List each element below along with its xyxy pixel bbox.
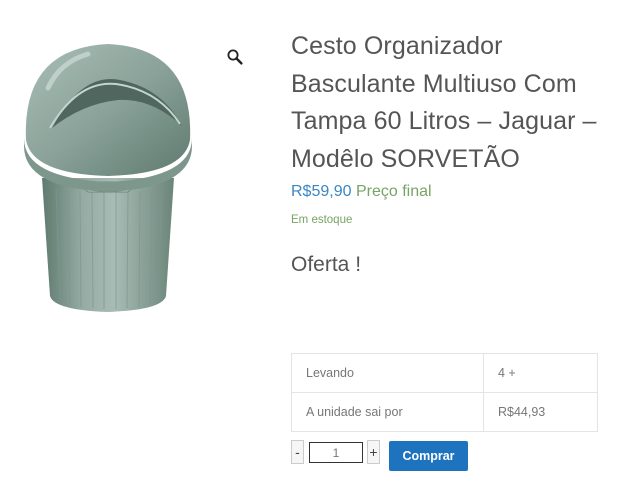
buy-button[interactable]: Comprar [389, 441, 468, 471]
bulk-pricing-table: Levando 4 + A unidade sai por R$44,93 [291, 353, 598, 432]
quantity-input[interactable] [309, 442, 363, 463]
waste-bin-image [24, 44, 192, 312]
price-row: R$59,90 Preço final [291, 181, 611, 203]
quantity-decrease-button[interactable]: - [291, 440, 304, 464]
tier-value: 4 + [483, 353, 598, 393]
zoom-magnifier-icon [227, 49, 243, 65]
zoom-button[interactable] [224, 46, 246, 68]
tier-value: R$44,93 [483, 392, 598, 432]
product-summary: Cesto Organizador Basculante Multiuso Co… [291, 28, 611, 277]
table-row: Levando 4 + [291, 353, 598, 393]
stock-status: Em estoque [291, 214, 353, 226]
offer-heading: Oferta ! [291, 253, 362, 276]
tier-label: A unidade sai por [291, 392, 484, 432]
table-row: A unidade sai por R$44,93 [291, 392, 598, 432]
price-suffix: Preço final [355, 183, 432, 200]
price-amount: R$59,90 [291, 183, 352, 200]
product-title: Cesto Organizador Basculante Multiuso Co… [291, 32, 597, 173]
tier-label: Levando [291, 353, 484, 393]
product-image[interactable] [12, 28, 264, 324]
quantity-increase-button[interactable]: + [367, 440, 380, 464]
